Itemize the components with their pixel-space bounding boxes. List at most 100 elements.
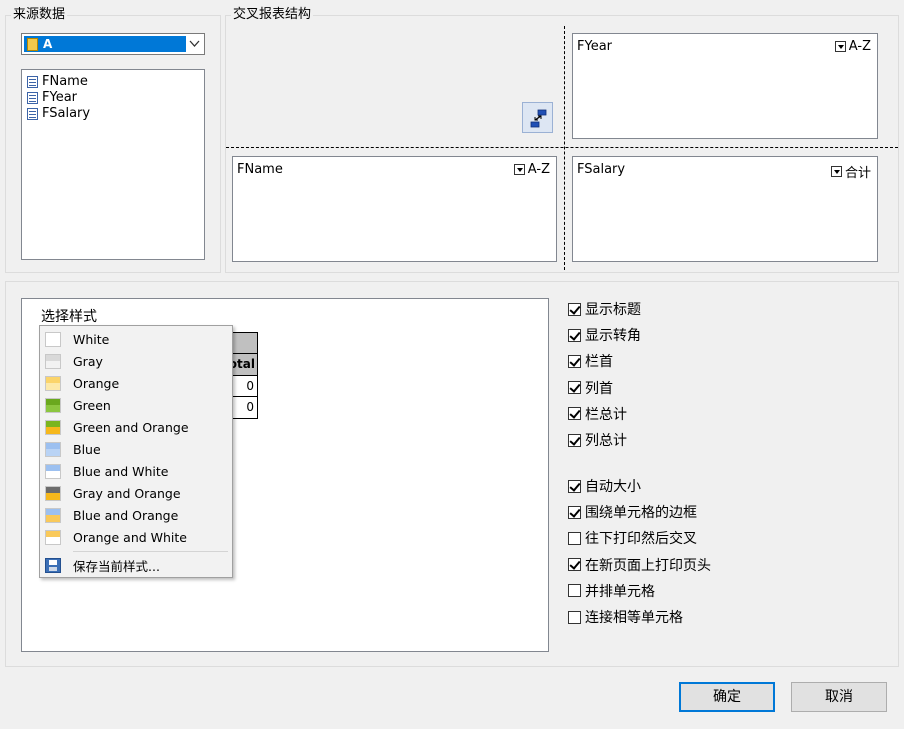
row-zone[interactable]: FName A-Z — [232, 156, 557, 262]
option-checkbox[interactable]: 显示转角 — [568, 326, 641, 344]
preview-value: 0 — [246, 400, 254, 414]
field-item-fname[interactable]: FName — [27, 74, 88, 90]
datasource-icon — [27, 37, 38, 51]
column-zone-sort[interactable]: A-Z — [834, 39, 871, 54]
field-icon — [27, 76, 38, 88]
checkbox-checked-icon[interactable] — [568, 433, 581, 447]
option-checkbox[interactable]: 栏首 — [568, 352, 613, 370]
option-checkbox[interactable]: 列总计 — [568, 431, 627, 449]
data-zone[interactable]: FSalary 合计 — [572, 156, 878, 262]
color-swatch-icon — [45, 507, 61, 523]
style-menu-label: Green — [73, 397, 111, 413]
style-menu-item[interactable]: Gray — [40, 350, 232, 372]
menu-separator — [73, 551, 228, 552]
checkbox-checked-icon[interactable] — [568, 328, 581, 342]
swap-axes-button[interactable] — [522, 102, 553, 133]
select-style-label[interactable]: 选择样式 — [41, 306, 97, 326]
option-label: 显示转角 — [585, 328, 641, 345]
field-icon — [27, 92, 38, 104]
color-swatch-icon — [45, 463, 61, 479]
checkbox-checked-icon[interactable] — [568, 381, 581, 395]
structure-divider-vertical — [564, 26, 565, 270]
option-checkbox[interactable]: 自动大小 — [568, 477, 641, 495]
checkbox-unchecked-icon[interactable] — [568, 610, 581, 624]
field-label: FSalary — [42, 106, 91, 121]
checkbox-checked-icon[interactable] — [568, 479, 581, 493]
style-menu-item[interactable]: White — [40, 328, 232, 350]
aggregate-label: 合计 — [844, 166, 871, 181]
option-label: 栏总计 — [585, 406, 627, 423]
field-item-fsalary[interactable]: FSalary — [27, 106, 90, 122]
option-checkbox[interactable]: 连接相等单元格 — [568, 608, 683, 626]
checkbox-unchecked-icon[interactable] — [568, 531, 581, 545]
option-label: 栏首 — [585, 354, 613, 371]
option-checkbox[interactable]: 在新页面上打印页头 — [568, 556, 711, 574]
checkbox-checked-icon[interactable] — [568, 407, 581, 421]
field-label: FYear — [42, 90, 78, 105]
style-menu-label: Gray — [73, 353, 103, 369]
option-label: 连接相等单元格 — [585, 610, 683, 626]
option-checkbox[interactable]: 栏总计 — [568, 405, 627, 423]
save-current-style-label: 保存当前样式... — [73, 558, 160, 574]
save-current-style-item[interactable]: 保存当前样式... — [40, 554, 232, 576]
style-menu-label: Orange — [73, 375, 120, 391]
style-menu-item[interactable]: Orange and White — [40, 526, 232, 548]
field-label: FName — [42, 74, 88, 89]
source-data-title: 来源数据 — [11, 7, 68, 23]
style-menu-label: Blue — [73, 441, 101, 457]
style-menu-label: Orange and White — [73, 529, 187, 545]
color-swatch-icon — [45, 375, 61, 391]
cancel-button[interactable]: 取消 — [791, 682, 887, 712]
style-menu-item[interactable]: Orange — [40, 372, 232, 394]
style-menu-label: Green and Orange — [73, 419, 189, 435]
option-checkbox[interactable]: 围绕单元格的边框 — [568, 503, 697, 521]
option-checkbox[interactable]: 往下打印然后交叉 — [568, 529, 697, 547]
crosstab-structure-title: 交叉报表结构 — [231, 7, 314, 23]
style-menu-item[interactable]: Green — [40, 394, 232, 416]
dropdown-arrow-icon[interactable] — [834, 41, 846, 52]
checkbox-checked-icon[interactable] — [568, 558, 581, 572]
style-menu-label: Blue and Orange — [73, 507, 179, 523]
color-swatch-icon — [45, 353, 61, 369]
style-menu-item[interactable]: Green and Orange — [40, 416, 232, 438]
column-zone[interactable]: FYear A-Z — [572, 33, 878, 139]
column-zone-field: FYear — [577, 39, 613, 54]
checkbox-checked-icon[interactable] — [568, 354, 581, 368]
color-swatch-icon — [45, 419, 61, 435]
style-menu-item[interactable]: Blue and Orange — [40, 504, 232, 526]
style-menu-item[interactable]: Gray and Orange — [40, 482, 232, 504]
option-checkbox[interactable]: 显示标题 — [568, 300, 641, 318]
option-label: 显示标题 — [585, 302, 641, 318]
option-checkbox[interactable]: 并排单元格 — [568, 582, 655, 600]
checkbox-checked-icon[interactable] — [568, 505, 581, 519]
color-swatch-icon — [45, 331, 61, 347]
sort-label: A-Z — [848, 39, 871, 54]
dropdown-arrow-icon[interactable] — [513, 164, 525, 175]
sort-label: A-Z — [527, 162, 550, 177]
option-label: 列首 — [585, 380, 613, 397]
source-combobox[interactable]: A — [21, 33, 205, 55]
checkbox-checked-icon[interactable] — [568, 302, 581, 316]
style-menu-item[interactable]: Blue and White — [40, 460, 232, 482]
checkbox-unchecked-icon[interactable] — [568, 584, 581, 598]
ok-button[interactable]: 确定 — [679, 682, 775, 712]
option-label: 在新页面上打印页头 — [585, 557, 711, 574]
combo-selected: A — [24, 36, 186, 52]
field-item-fyear[interactable]: FYear — [27, 90, 77, 106]
color-swatch-icon — [45, 529, 61, 545]
data-zone-aggregate[interactable]: 合计 — [830, 162, 871, 181]
save-icon — [45, 557, 61, 573]
field-icon — [27, 108, 38, 120]
row-zone-field: FName — [237, 162, 283, 177]
style-menu-label: White — [73, 331, 110, 347]
chevron-down-icon — [189, 40, 200, 47]
dropdown-arrow-icon[interactable] — [830, 166, 842, 177]
option-label: 列总计 — [585, 433, 627, 449]
row-zone-sort[interactable]: A-Z — [513, 162, 550, 177]
option-label: 围绕单元格的边框 — [585, 505, 697, 522]
data-zone-field: FSalary — [577, 162, 626, 177]
style-menu-label: Gray and Orange — [73, 485, 181, 501]
preview-value: 0 — [246, 379, 254, 393]
option-checkbox[interactable]: 列首 — [568, 379, 613, 397]
style-menu-item[interactable]: Blue — [40, 438, 232, 460]
